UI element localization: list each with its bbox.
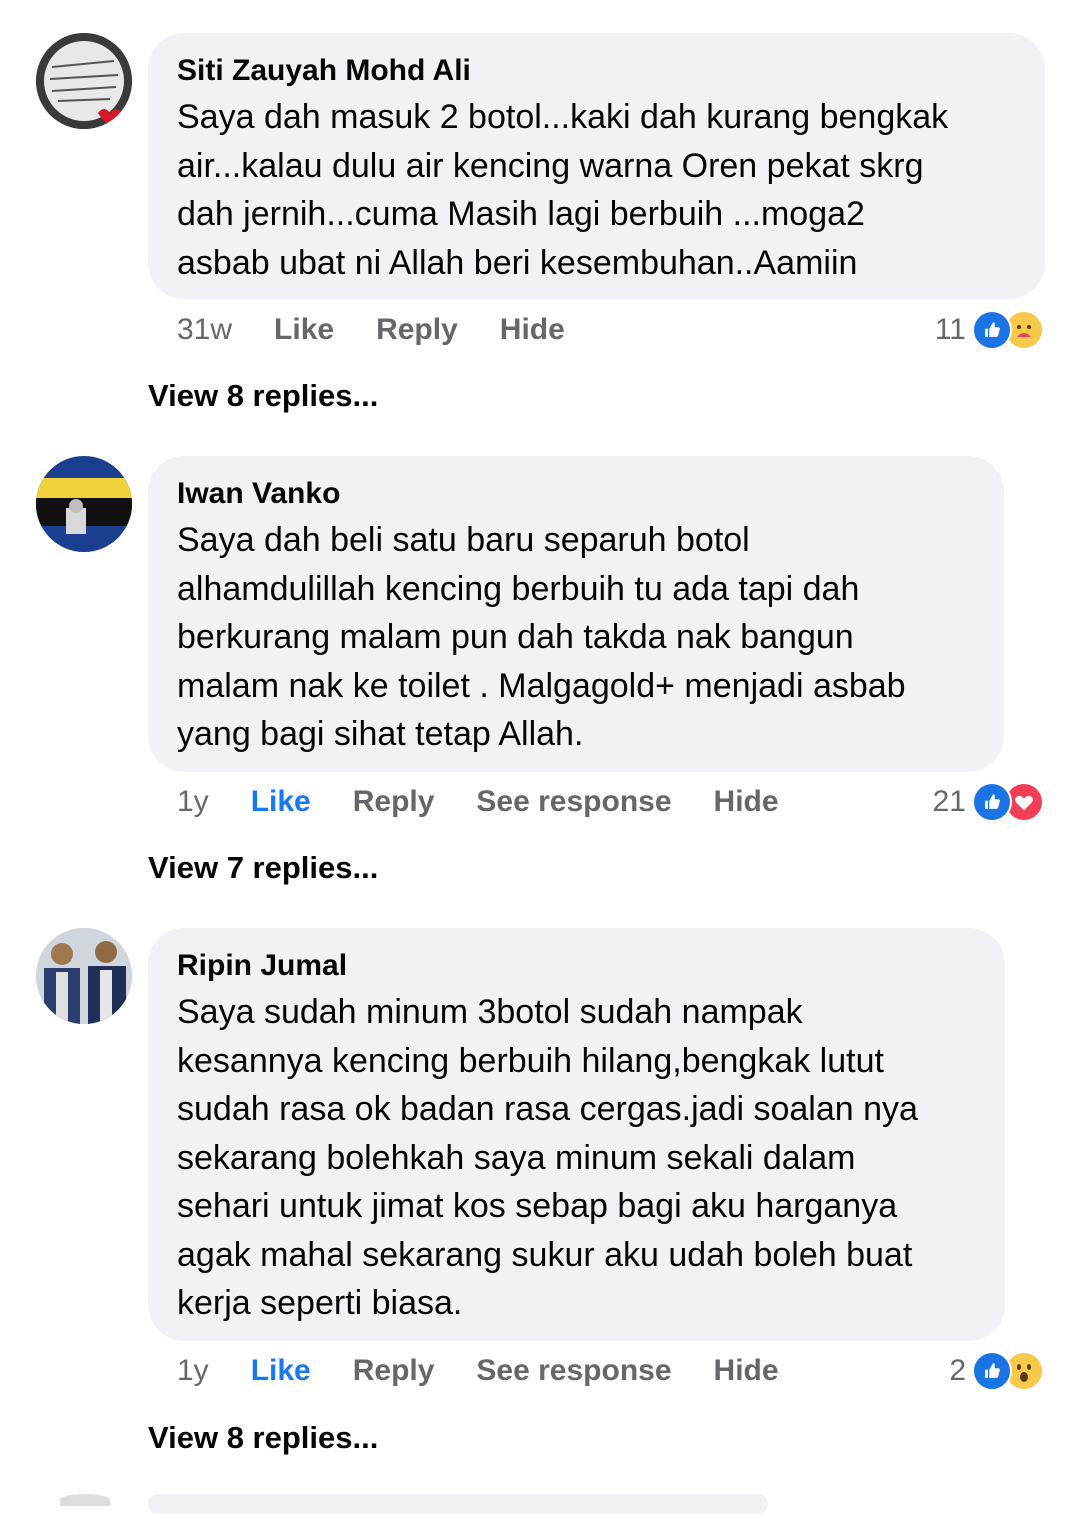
avatar[interactable] bbox=[36, 928, 132, 1024]
comment-line: kerja seperti biasa. bbox=[177, 1284, 463, 1322]
like-icon bbox=[972, 1351, 1012, 1391]
comment-line: Saya dah beli satu baru separuh botol bbox=[177, 521, 750, 559]
comment-bubble: Ripin Jumal Saya sudah minum 3botol suda… bbox=[148, 928, 1005, 1341]
comment-line: Saya sudah minum 3botol sudah nampak bbox=[177, 993, 803, 1031]
hide-button[interactable]: Hide bbox=[714, 785, 779, 819]
comment-line: air...kalau dulu air kencing warna Oren … bbox=[177, 146, 924, 185]
comment-author[interactable]: Iwan Vanko bbox=[177, 476, 976, 512]
see-response-button[interactable]: See response bbox=[476, 785, 671, 819]
comment-text: Saya dah beli satu baru separuh botol al… bbox=[177, 516, 976, 759]
reaction-summary[interactable]: 11 bbox=[935, 310, 1044, 350]
reaction-summary[interactable]: 2 bbox=[949, 1351, 1044, 1391]
comment-line: sudah rasa ok badan rasa cergas.jadi soa… bbox=[177, 1090, 918, 1128]
comment-author[interactable]: Siti Zauyah Mohd Ali bbox=[177, 53, 1017, 89]
hide-button[interactable]: Hide bbox=[500, 313, 565, 347]
comment-actions: 1y Like Reply See response Hide bbox=[177, 782, 821, 822]
like-button[interactable]: Like bbox=[251, 785, 311, 819]
comment-author[interactable]: Ripin Jumal bbox=[177, 948, 977, 984]
comment-line: agak mahal sekarang sukur aku udah boleh… bbox=[177, 1235, 913, 1274]
comment-timestamp[interactable]: 1y bbox=[177, 785, 209, 819]
reply-button[interactable]: Reply bbox=[376, 313, 458, 347]
view-replies-link[interactable]: View 7 replies... bbox=[148, 850, 378, 886]
reaction-count: 21 bbox=[932, 785, 966, 818]
comment-line: malam nak ke toilet . Malgagold+ menjadi… bbox=[177, 666, 906, 705]
comment-timestamp[interactable]: 31w bbox=[177, 313, 232, 347]
comment-line: sehari untuk jimat kos sebap bagi aku ha… bbox=[177, 1187, 898, 1225]
view-replies-link[interactable]: View 8 replies... bbox=[148, 378, 378, 414]
reaction-summary[interactable]: 21 bbox=[933, 782, 1044, 822]
avatar[interactable] bbox=[36, 33, 132, 129]
comment-line: Saya dah masuk 2 botol...kaki dah kurang… bbox=[177, 98, 949, 136]
like-button[interactable]: Like bbox=[251, 1354, 311, 1388]
reply-button[interactable]: Reply bbox=[353, 785, 435, 819]
comment-line: berkurang malam pun dah takda nak bangun bbox=[177, 618, 854, 656]
next-comment-bubble bbox=[148, 1494, 768, 1514]
comment-line: dah jernih...cuma Masih lagi berbuih ...… bbox=[177, 195, 865, 233]
reply-button[interactable]: Reply bbox=[353, 1354, 435, 1388]
comment-line: kesannya kencing berbuih hilang,bengkak … bbox=[177, 1041, 884, 1080]
reaction-count: 11 bbox=[934, 313, 966, 346]
comment-bubble: Siti Zauyah Mohd Ali Saya dah masuk 2 bo… bbox=[148, 33, 1045, 299]
comment-text: Saya dah masuk 2 botol...kaki dah kurang… bbox=[177, 93, 1017, 287]
avatar[interactable] bbox=[60, 1494, 110, 1506]
comment-actions: 31w Like Reply Hide bbox=[177, 310, 607, 350]
like-icon bbox=[972, 310, 1012, 350]
see-response-button[interactable]: See response bbox=[476, 1354, 671, 1388]
view-replies-link[interactable]: View 8 replies... bbox=[148, 1420, 378, 1456]
like-icon bbox=[972, 782, 1012, 822]
comment-line: asbab ubat ni Allah beri kesembuhan..Aam… bbox=[177, 243, 858, 282]
comment-text: Saya sudah minum 3botol sudah nampak kes… bbox=[177, 988, 977, 1328]
like-button[interactable]: Like bbox=[274, 313, 334, 347]
comment-timestamp[interactable]: 1y bbox=[177, 1354, 209, 1388]
comment-line: sekarang bolehkah saya minum sekali dala… bbox=[177, 1138, 856, 1177]
comment-line: alhamdulillah kencing berbuih tu ada tap… bbox=[177, 569, 860, 608]
hide-button[interactable]: Hide bbox=[714, 1354, 779, 1388]
reaction-count: 2 bbox=[949, 1354, 966, 1387]
comment-bubble: Iwan Vanko Saya dah beli satu baru separ… bbox=[148, 456, 1004, 772]
avatar[interactable] bbox=[36, 456, 132, 552]
comment-actions: 1y Like Reply See response Hide bbox=[177, 1351, 821, 1391]
comment-line: yang bagi sihat tetap Allah. bbox=[177, 715, 584, 753]
